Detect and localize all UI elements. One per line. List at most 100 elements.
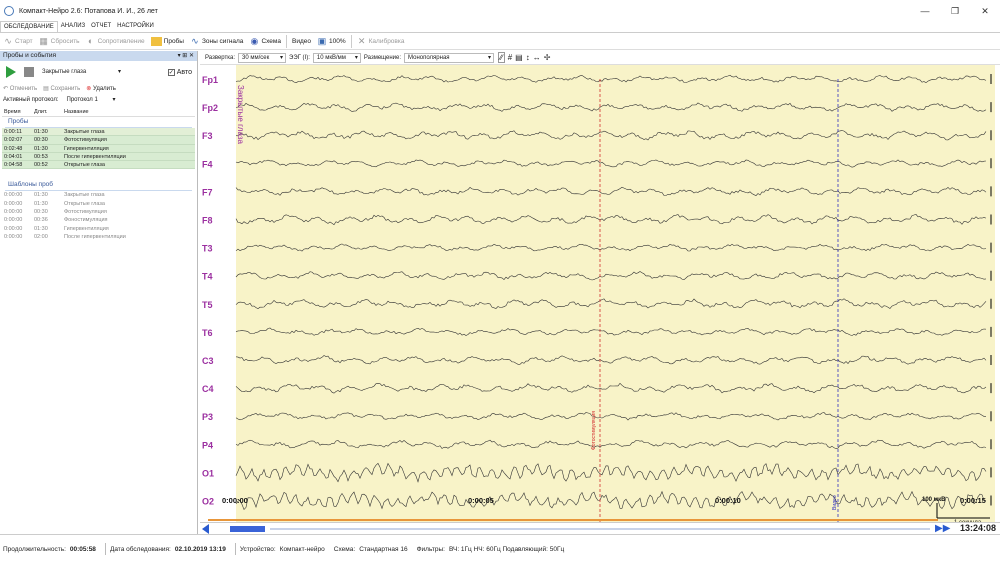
delete-icon: ⊗ xyxy=(86,86,92,92)
cell-name: Открытые глаза xyxy=(64,162,105,169)
probe-row[interactable]: 0:02:48 01:30 Гипервентиляция xyxy=(2,144,195,153)
maximize-button[interactable]: ❐ xyxy=(940,0,970,22)
start-button[interactable]: ∿ Старт xyxy=(0,34,36,49)
calibration-button[interactable]: ✕ Калибровка xyxy=(354,34,408,49)
probes-button[interactable]: Пробы xyxy=(148,34,187,49)
menu-analysis[interactable]: АНАЛИЗ xyxy=(58,21,88,32)
channel-label: C3 xyxy=(202,356,214,366)
channel-label: F8 xyxy=(202,216,213,226)
probes-section-title: Пробы xyxy=(8,118,29,125)
save-button[interactable]: ▤ Сохранить xyxy=(43,85,80,92)
cell-time: 0:00:00 xyxy=(4,217,23,224)
sweep-select[interactable]: 30 мм/сек xyxy=(238,52,286,63)
channel-label: T5 xyxy=(202,300,213,310)
channel-label: F3 xyxy=(202,131,213,141)
reset-button[interactable]: ▦ Сбросить xyxy=(36,34,83,49)
tool-page-icon[interactable]: ▤ xyxy=(515,53,523,62)
eeg-sens-select[interactable]: 10 мкВ/мм xyxy=(312,52,361,63)
timeline-position[interactable] xyxy=(230,526,265,532)
resistance-button[interactable]: ◐ Сопротивление xyxy=(83,34,148,49)
channel-label: T4 xyxy=(202,272,213,282)
probe-select[interactable]: Закрытые глаза xyxy=(38,67,124,77)
cell-time: 0:00:00 xyxy=(4,233,23,240)
app-icon xyxy=(4,6,14,16)
filters-value: ВЧ: 1Гц НЧ: 60Гц Подавляющий: 50Гц xyxy=(448,545,565,553)
menu-settings[interactable]: НАСТРОЙКИ xyxy=(114,21,157,32)
signal-zones-button[interactable]: ∿ Зоны сигнала xyxy=(187,34,246,49)
cell-time: 0:00:11 xyxy=(4,129,22,135)
cell-time: 0:04:58 xyxy=(4,162,23,169)
video-button[interactable]: Видео xyxy=(289,34,314,49)
cell-dur: 01:30 xyxy=(34,145,48,152)
menu-report[interactable]: ОТЧЕТ xyxy=(88,21,114,32)
tool-horizontal-icon[interactable]: ↔ xyxy=(533,53,541,62)
probes-events-panel: Пробы и события ▾ ⊞ ✕ Закрытые глаза ✓ А… xyxy=(0,51,198,534)
protocol-select[interactable]: Протокол 1 xyxy=(62,94,119,105)
timeline-bar[interactable]: ▶▶ 13:24:08 xyxy=(200,522,1000,534)
cancel-button[interactable]: ↶ Отменить xyxy=(3,85,37,92)
template-row[interactable]: 0:00:00 00:30 Фотостимуляция xyxy=(2,208,195,216)
cell-name: Открытые глаза xyxy=(64,200,105,207)
tool-grid-icon[interactable]: # xyxy=(508,53,512,62)
cell-dur: 01:30 xyxy=(34,225,48,232)
cell-name: Фотостимуляция xyxy=(64,137,107,144)
device-label: Устройство: xyxy=(239,545,276,553)
probe-vertical-label: Закрытые глаза xyxy=(236,85,245,145)
template-row[interactable]: 0:00:00 02:00 После гипервентиляции xyxy=(2,233,195,241)
channel-label: F4 xyxy=(202,159,213,169)
play-icon[interactable] xyxy=(6,66,16,78)
probes-icon xyxy=(150,36,162,46)
montage-label: Размещение: xyxy=(363,54,402,61)
close-button[interactable]: ✕ xyxy=(970,0,1000,22)
amp-scale-label: 100 мкВ xyxy=(922,497,946,503)
channel-label: P3 xyxy=(202,412,213,422)
tool-cursor-icon[interactable]: ∕∕ xyxy=(498,52,505,63)
template-row[interactable]: 0:00:00 01:30 Открытые глаза xyxy=(2,200,195,208)
eeg-canvas[interactable]: Fp1 Fp2 F3 F4 F7 F8 T3 T4 T5 T6 C3 C4 P3 P4 O1 O2 Закрыт… xyxy=(200,65,1000,534)
panel-pin-icon[interactable]: ▾ ⊞ ✕ xyxy=(178,51,194,61)
tool-cross-icon[interactable]: ✢ xyxy=(544,53,551,62)
toolbar-divider xyxy=(286,34,288,48)
auto-label: Авто xyxy=(176,68,192,76)
channel-label: O2 xyxy=(202,497,214,507)
probe-row[interactable]: 0:00:11 01:30 Закрытые глаза xyxy=(2,128,195,137)
cell-time: 0:00:00 xyxy=(4,225,23,232)
page-time-label: 0:00:15 xyxy=(960,496,986,505)
tool-vertical-icon[interactable]: ↕ xyxy=(526,53,530,62)
cell-dur: 00:30 xyxy=(34,209,48,216)
title-bar: Компакт-Нейро 2.6: Потапова И. И., 26 ле… xyxy=(0,0,1000,22)
table-header: Время Длит. Название xyxy=(2,108,195,117)
zoom-button[interactable]: ▣ 100% xyxy=(314,34,349,49)
stop-icon[interactable] xyxy=(24,67,34,77)
duration-value: 00:05:58 xyxy=(69,545,96,553)
montage-select[interactable]: Монополярная xyxy=(404,52,495,63)
menu-bar: ОБСЛЕДОВАНИЕ АНАЛИЗ ОТЧЕТ НАСТРОЙКИ xyxy=(0,21,1000,33)
timeline-next-icon[interactable]: ▶▶ xyxy=(935,523,950,534)
cell-name: Гипервентиляция xyxy=(64,225,109,232)
probe-row[interactable]: 0:04:58 00:52 Открытые глаза xyxy=(2,161,195,170)
panel-header: Пробы и события ▾ ⊞ ✕ xyxy=(0,51,197,61)
template-row[interactable]: 0:00:00 00:36 Фоностимуляция xyxy=(2,216,195,224)
toolbar-divider xyxy=(350,34,352,48)
clock-value: 13:24:08 xyxy=(959,523,996,533)
cell-name: После гипервентиляции xyxy=(64,233,126,240)
event-label-video: Видео xyxy=(832,495,838,510)
cell-time: 0:00:00 xyxy=(4,192,23,199)
window-title: Компакт-Нейро 2.6: Потапова И. И., 26 ле… xyxy=(19,7,158,15)
probe-row[interactable]: 0:04:01 00:53 После гипервентиляции xyxy=(2,152,195,162)
probe-row[interactable]: 0:02:07 00:30 Фотостимуляция xyxy=(2,136,195,145)
timeline-prev-icon[interactable] xyxy=(202,524,209,534)
menu-examination[interactable]: ОБСЛЕДОВАНИЕ xyxy=(0,21,58,32)
template-row[interactable]: 0:00:00 01:30 Закрытые глаза xyxy=(2,191,195,199)
cell-dur: 00:53 xyxy=(34,153,48,160)
channel-label: C4 xyxy=(202,384,214,394)
minimize-button[interactable]: — xyxy=(910,0,940,22)
cell-name: Закрытые глаза xyxy=(64,129,105,135)
date-label: Дата обследования: xyxy=(109,545,171,553)
delete-button[interactable]: ⊗ Удалить xyxy=(86,85,116,92)
status-divider xyxy=(234,543,236,555)
cell-dur: 01:30 xyxy=(34,192,48,199)
scheme-button[interactable]: ◉ Схема xyxy=(246,34,284,49)
auto-checkbox[interactable]: ✓ xyxy=(167,68,175,76)
template-row[interactable]: 0:00:00 01:30 Гипервентиляция xyxy=(2,225,195,233)
